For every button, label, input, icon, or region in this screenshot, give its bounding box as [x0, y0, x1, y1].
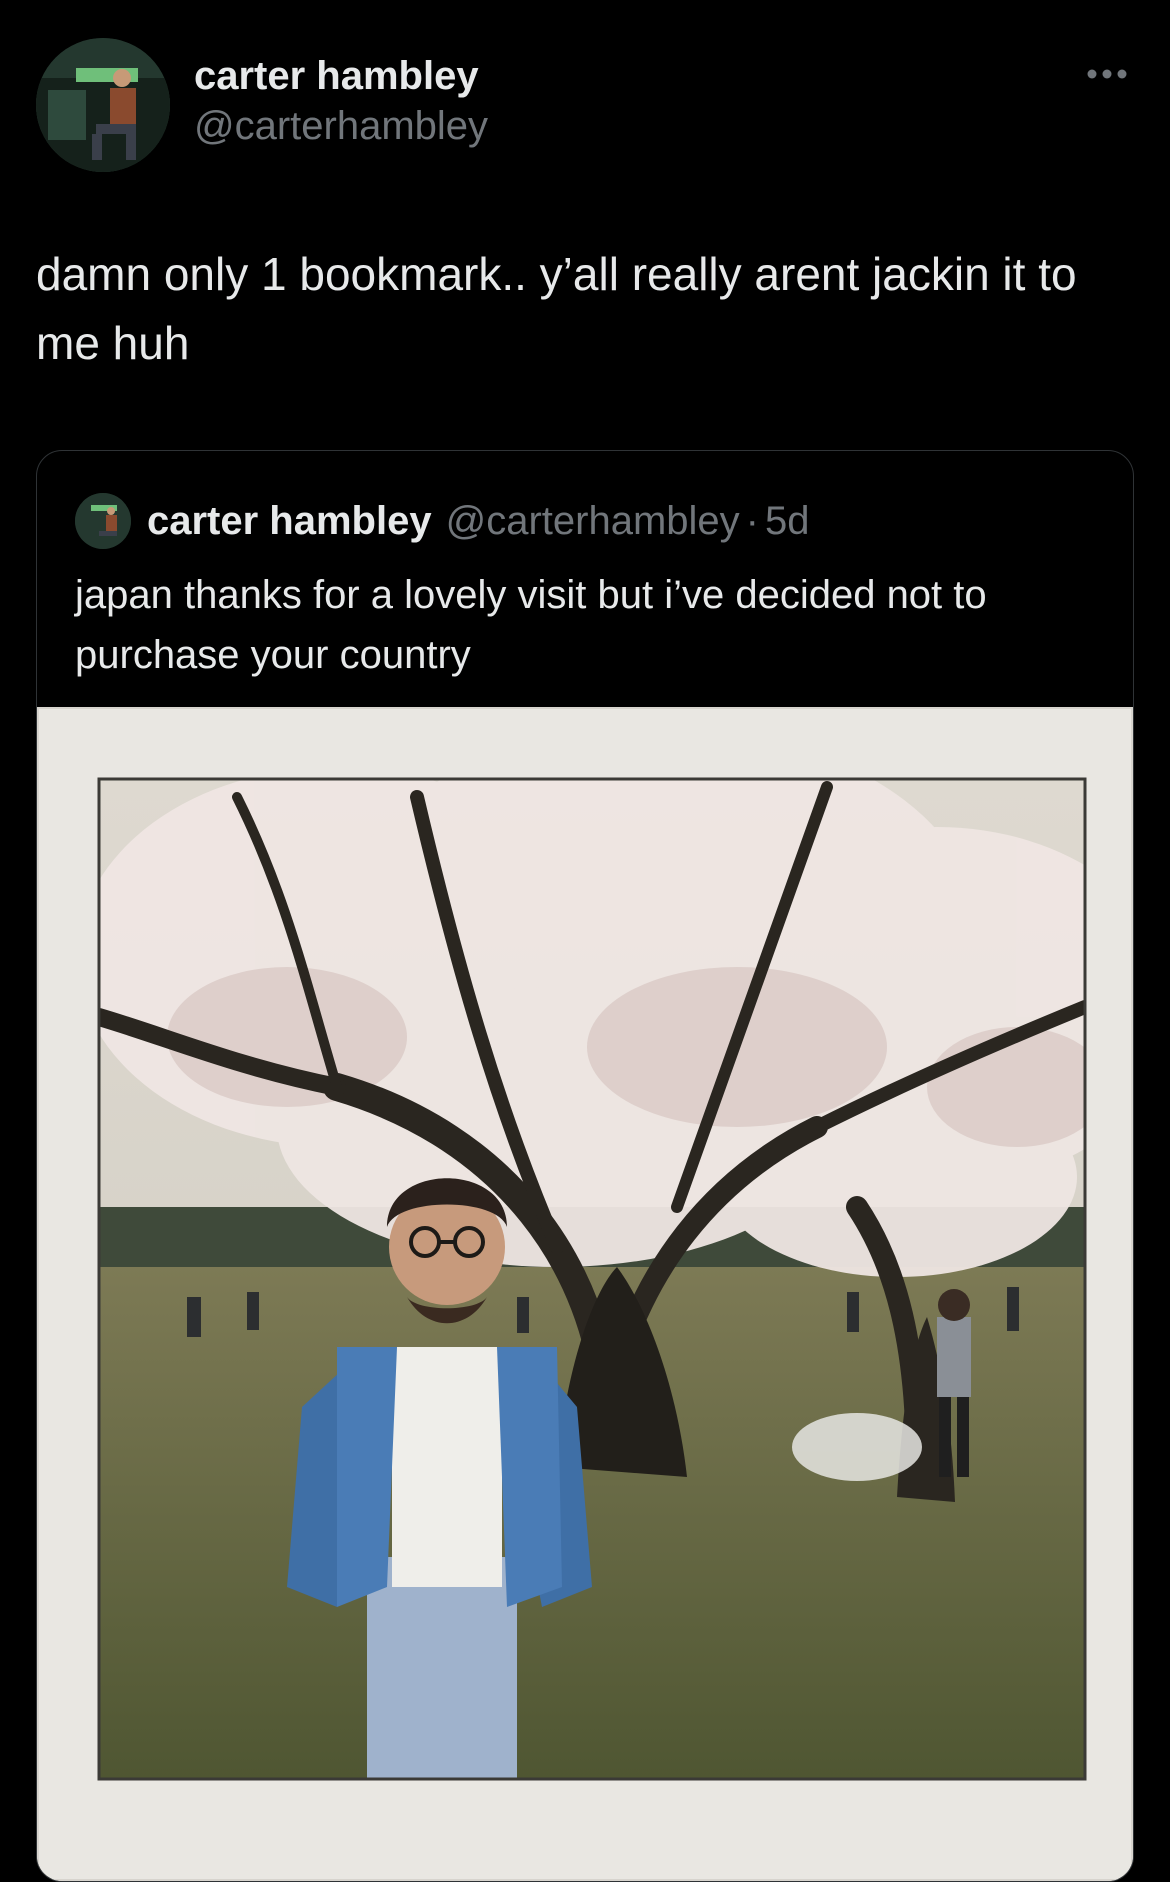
more-horizontal-icon: [1087, 69, 1127, 79]
tweet-header: carter hambley @carterhambley: [36, 38, 1136, 172]
quoted-tweet-text: japan thanks for a lovely visit but i’ve…: [75, 573, 987, 677]
separator-dot: ·: [745, 498, 759, 543]
tweet-text: damn only 1 bookmark.. y’all really aren…: [36, 248, 1077, 369]
display-name[interactable]: carter hambley: [194, 52, 488, 100]
quoted-timestamp: 5d: [764, 498, 810, 543]
quoted-tweet-card[interactable]: carter hambley @carterhambley · 5d japan…: [36, 450, 1134, 1882]
quoted-avatar: [75, 493, 131, 549]
avatar[interactable]: [36, 38, 170, 172]
username-handle[interactable]: @carterhambley: [194, 100, 488, 152]
attached-photo[interactable]: [37, 705, 1133, 1881]
more-options-button[interactable]: [1082, 62, 1132, 86]
quoted-display-name: carter hambley: [147, 498, 432, 543]
quoted-handle: @carterhambley: [445, 498, 740, 543]
quoted-tweet-header: carter hambley @carterhambley · 5d: [75, 491, 809, 551]
